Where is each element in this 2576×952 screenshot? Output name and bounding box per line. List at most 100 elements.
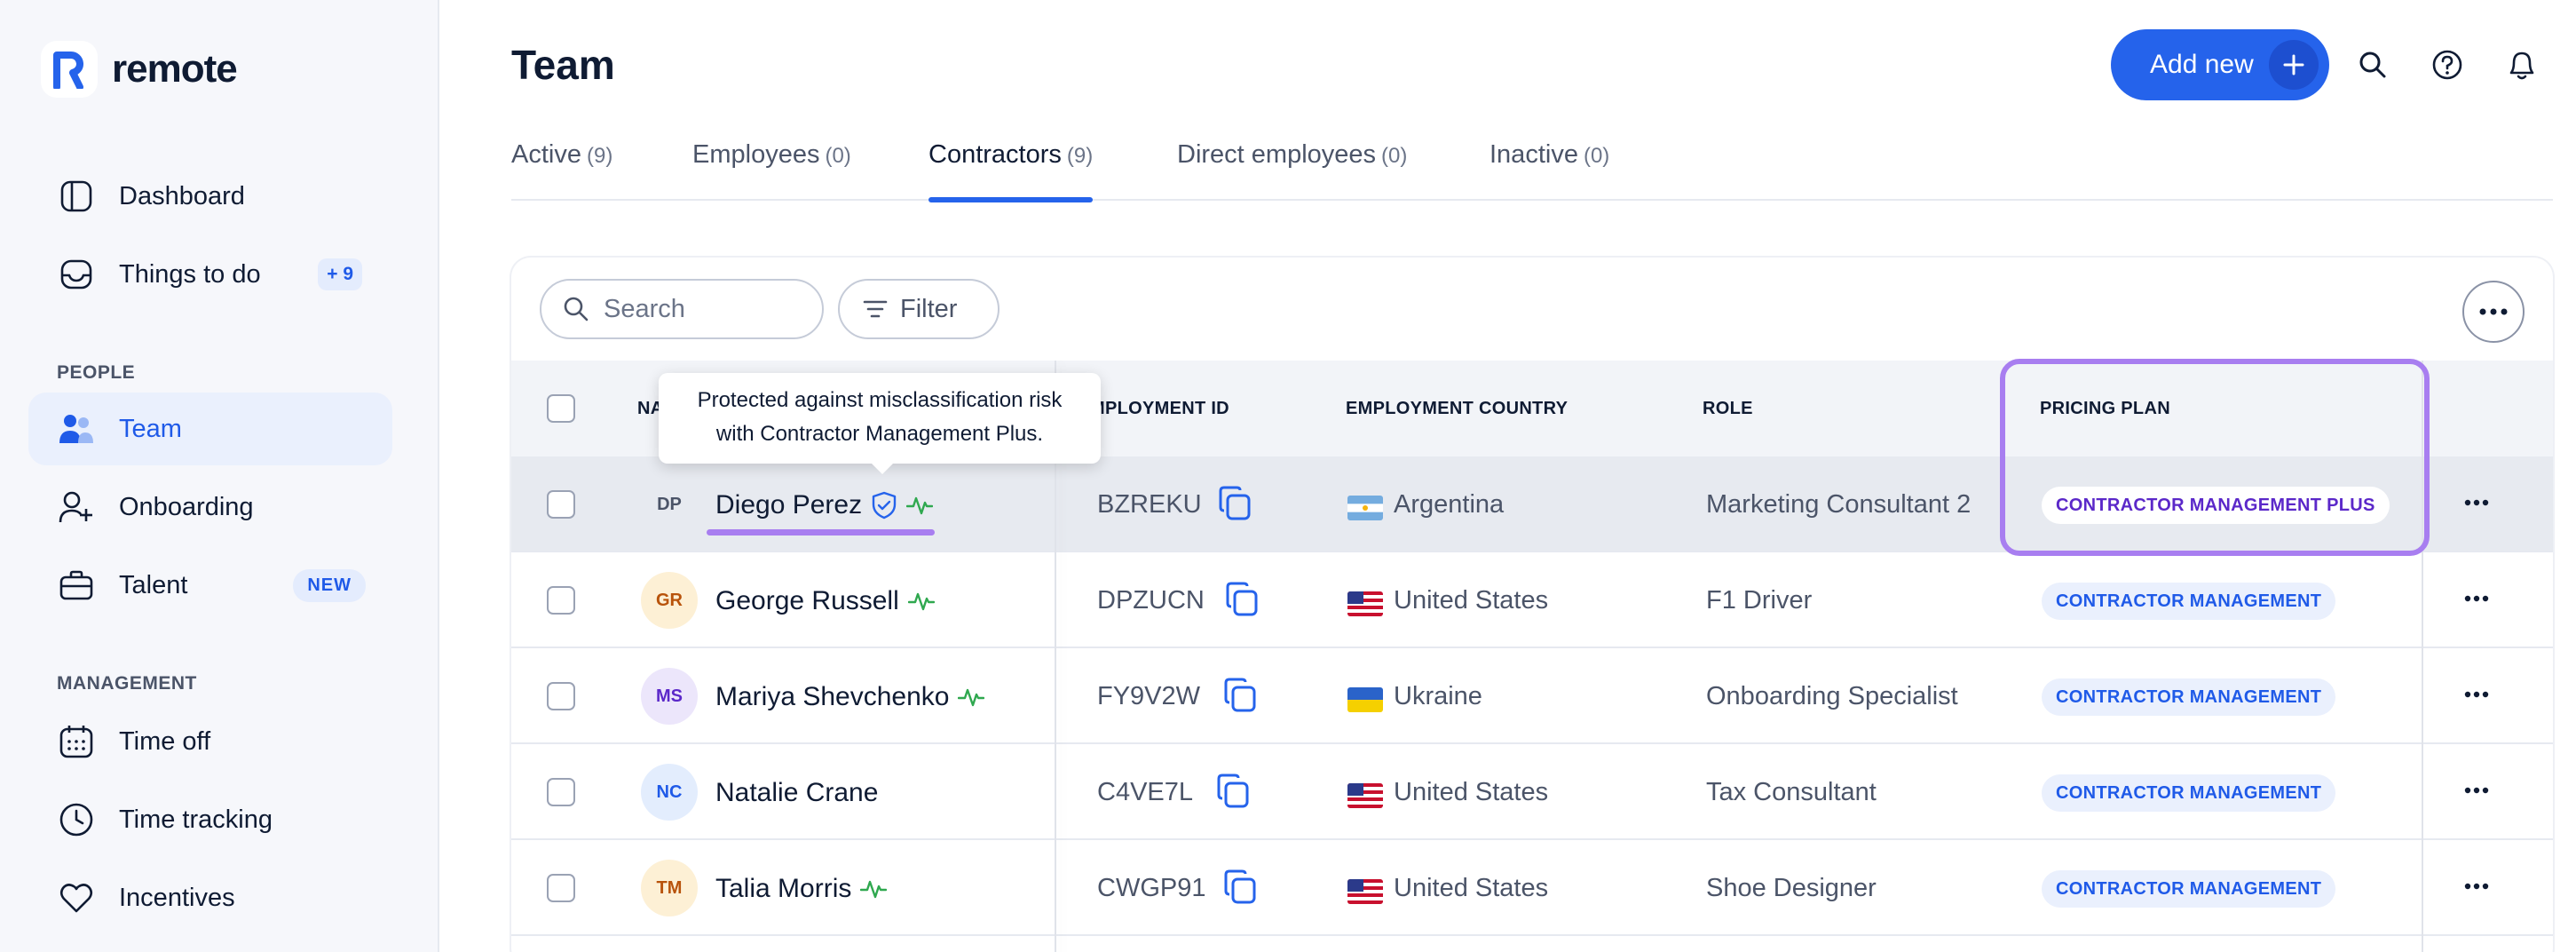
employment-id: DPZUCN	[1097, 586, 1205, 615]
shield-check-icon[interactable]	[871, 491, 897, 520]
table-row[interactable]: MS Mariya Shevchenko FY9V2W Ukraine Onbo…	[511, 648, 2553, 744]
role: F1 Driver	[1706, 586, 1813, 615]
pricing-plan-badge: CONTRACTOR MANAGEMENT	[2042, 583, 2336, 620]
search-icon	[563, 296, 589, 322]
copy-icon[interactable]	[1215, 773, 1251, 810]
search-box[interactable]	[540, 279, 824, 339]
logo[interactable]: remote	[41, 41, 238, 98]
sidebar-item-label: Time tracking	[119, 805, 273, 834]
tab-active[interactable]: Active (9)	[511, 140, 612, 201]
contractor-name[interactable]: George Russell	[715, 586, 935, 616]
sidebar-item-time-tracking[interactable]: Time tracking	[28, 783, 392, 856]
contractor-name[interactable]: Mariya Shevchenko	[715, 682, 985, 712]
sidebar-item-things-to-do[interactable]: Things to do + 9	[28, 238, 392, 311]
calendar-icon	[57, 722, 96, 761]
team-icon	[57, 409, 96, 448]
table-row[interactable]: TM Talia Morris CWGP91 United States Sho…	[511, 840, 2553, 936]
column-header-role[interactable]: ROLE	[1703, 399, 1753, 419]
select-all-checkbox[interactable]	[547, 394, 575, 423]
sidebar-item-label: Onboarding	[119, 492, 254, 521]
row-more-icon[interactable]	[2464, 499, 2489, 506]
copy-icon[interactable]	[1224, 581, 1260, 618]
copy-icon[interactable]	[1222, 677, 1258, 714]
tab-count: (0)	[1583, 144, 1610, 168]
pricing-plan-badge: CONTRACTOR MANAGEMENT	[2042, 870, 2336, 908]
add-new-label: Add new	[2150, 50, 2254, 79]
todo-count-badge: + 9	[318, 258, 362, 290]
tab-label: Employees	[692, 140, 820, 169]
avatar: MS	[641, 668, 698, 725]
row-checkbox[interactable]	[547, 586, 575, 615]
name-text: Diego Perez	[715, 490, 863, 520]
row-checkbox[interactable]	[547, 490, 575, 519]
name-text: Natalie Crane	[715, 778, 879, 807]
remote-logo-icon	[41, 41, 98, 98]
table-row[interactable]: GR George Russell DPZUCN United States F…	[511, 552, 2553, 648]
us-flag-icon	[1347, 879, 1383, 904]
help-icon[interactable]	[2427, 44, 2468, 85]
sidebar-item-label: Dashboard	[119, 181, 245, 210]
activity-icon	[958, 686, 985, 709]
contractor-name[interactable]: Diego Perez	[715, 490, 934, 520]
employment-country: United States	[1394, 874, 1549, 902]
page-title: Team	[511, 42, 615, 88]
bell-icon[interactable]	[2501, 44, 2542, 85]
pricing-plan-badge: CONTRACTOR MANAGEMENT	[2042, 774, 2336, 812]
copy-icon[interactable]	[1217, 485, 1252, 522]
column-header-employment-id[interactable]: MPLOYMENT ID	[1090, 399, 1229, 419]
row-more-icon[interactable]	[2464, 595, 2489, 602]
filter-button[interactable]: Filter	[838, 279, 1000, 339]
contractor-name[interactable]: Natalie Crane	[715, 778, 878, 808]
table-toolbar: Filter	[511, 258, 2553, 361]
section-label-management: MANAGEMENT	[57, 673, 197, 694]
table-row[interactable]: NC Natalie Crane C4VE7L United States Ta…	[511, 744, 2553, 840]
app-name: remote	[112, 47, 238, 91]
tab-employees[interactable]: Employees (0)	[692, 140, 851, 201]
table-more-button[interactable]	[2462, 281, 2525, 343]
tab-contractors[interactable]: Contractors (9)	[928, 140, 1094, 202]
sidebar-item-dashboard[interactable]: Dashboard	[28, 160, 392, 233]
name-highlight-underline	[707, 529, 935, 536]
avatar: GR	[641, 572, 698, 629]
employment-country: Argentina	[1394, 490, 1505, 519]
tab-inactive[interactable]: Inactive (0)	[1489, 140, 1609, 201]
row-checkbox[interactable]	[547, 778, 575, 806]
tab-label: Inactive	[1489, 140, 1578, 169]
sidebar-item-team[interactable]: Team	[28, 393, 392, 465]
row-checkbox[interactable]	[547, 682, 575, 710]
add-new-button[interactable]: Add new	[2111, 29, 2329, 100]
avatar: NC	[641, 764, 698, 821]
sidebar-item-incentives[interactable]: Incentives	[28, 861, 392, 934]
protection-tooltip: Protected against misclassification risk…	[659, 373, 1101, 474]
pricing-plan-badge: CONTRACTOR MANAGEMENT	[2042, 678, 2336, 716]
role: Onboarding Specialist	[1706, 682, 1958, 710]
filter-label: Filter	[900, 294, 958, 323]
more-horizontal-icon	[2479, 308, 2508, 315]
column-header-employment-country[interactable]: EMPLOYMENT COUNTRY	[1346, 399, 1568, 419]
copy-icon[interactable]	[1222, 869, 1258, 906]
tab-bar: Active (9) Employees (0) Contractors (9) Di…	[511, 133, 2553, 202]
row-more-icon[interactable]	[2464, 787, 2489, 794]
search-icon[interactable]	[2352, 44, 2393, 85]
sidebar-item-onboarding[interactable]: Onboarding	[28, 471, 392, 543]
employment-id: FY9V2W	[1097, 682, 1201, 710]
filter-icon	[863, 298, 888, 320]
sidebar-item-talent[interactable]: Talent NEW	[28, 549, 392, 622]
add-user-icon	[57, 488, 96, 527]
activity-icon	[907, 590, 935, 613]
tooltip-line-2: with Contractor Management Plus.	[715, 422, 1044, 446]
name-text: Mariya Shevchenko	[715, 682, 950, 711]
row-more-icon[interactable]	[2464, 883, 2489, 890]
sidebar-item-time-off[interactable]: Time off	[28, 705, 392, 778]
sidebar-item-label: Team	[119, 414, 182, 443]
contractor-name[interactable]: Talia Morris	[715, 874, 888, 904]
tab-count: (0)	[1381, 144, 1408, 168]
tab-direct-employees[interactable]: Direct employees (0)	[1177, 140, 1407, 201]
employment-country: Ukraine	[1394, 682, 1482, 710]
name-text: George Russell	[715, 586, 899, 615]
employment-id: C4VE7L	[1097, 778, 1194, 806]
row-more-icon[interactable]	[2464, 691, 2489, 698]
search-input[interactable]	[604, 294, 799, 324]
row-checkbox[interactable]	[547, 874, 575, 902]
sidebar-item-label: Time off	[119, 726, 211, 756]
